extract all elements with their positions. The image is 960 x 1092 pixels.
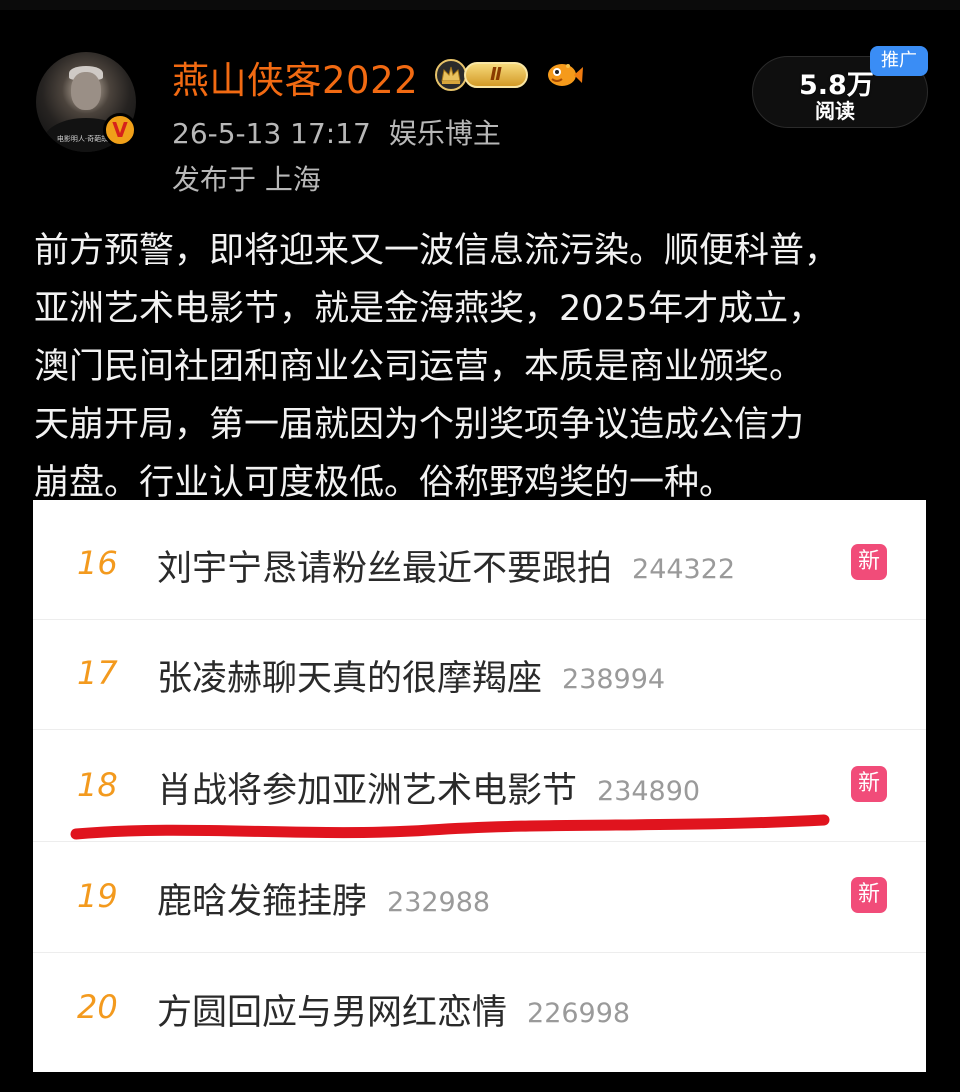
topic-title: 鹿晗发箍挂脖 232988	[157, 882, 491, 922]
new-badge: 新	[851, 544, 887, 580]
post-body: 前方预警，即将迎来又一波信息流污染。顺便科普， 亚洲艺术电影节，就是金海燕奖，2…	[34, 222, 934, 512]
hot-search-screenshot[interactable]: 16 刘宇宁恳请粉丝最近不要跟拍 244322 新 17 张凌赫聊天真的很摩羯座 2…	[33, 500, 926, 1072]
author-role: 娱乐博主	[388, 117, 501, 150]
post-line: 天崩开局，第一届就因为个别奖项争议造成公信力	[34, 405, 805, 445]
post-location: 发布于 上海	[172, 163, 321, 196]
rank-number: 16	[77, 544, 118, 582]
post-line: 亚洲艺术电影节，就是金海燕奖，2025年才成立，	[34, 289, 824, 329]
heat-value: 238994	[562, 664, 666, 695]
status-bar-strip	[0, 0, 960, 10]
hot-search-row: 19 鹿晗发箍挂脖 232988 新	[33, 843, 926, 953]
new-badge: 新	[851, 766, 887, 802]
author-name[interactable]: 燕山侠客2022	[172, 50, 418, 104]
heat-value: 244322	[632, 554, 736, 585]
verified-icon: V	[103, 113, 137, 147]
hot-search-row: 20 方圆回应与男网红恋情 226998	[33, 954, 926, 1064]
hot-search-row: 16 刘宇宁恳请粉丝最近不要跟拍 244322 新	[33, 510, 926, 620]
rank-number: 18	[77, 766, 118, 804]
level-label: Ⅱ	[464, 62, 528, 88]
rank-number: 20	[77, 988, 118, 1026]
crown-icon	[435, 59, 467, 91]
heat-value: 234890	[597, 776, 701, 807]
hot-search-row: 17 张凌赫聊天真的很摩羯座 238994	[33, 620, 926, 730]
rank-number: 17	[77, 654, 118, 692]
post-line: 前方预警，即将迎来又一波信息流污染。顺便科普，	[34, 231, 840, 271]
fish-icon	[548, 64, 583, 86]
post-line: 澳门民间社团和商业公司运营，本质是商业颁奖。	[34, 347, 805, 387]
post-meta: 26-5-13 17:17 娱乐博主	[172, 112, 501, 152]
topic-title: 刘宇宁恳请粉丝最近不要跟拍 244322	[157, 549, 736, 589]
heat-value: 226998	[527, 998, 631, 1029]
member-level-badge[interactable]: Ⅱ	[434, 56, 530, 94]
new-badge: 新	[851, 877, 887, 913]
post-date: 26-5-13 17:17	[172, 117, 371, 150]
topic-title: 方圆回应与男网红恋情 226998	[157, 993, 631, 1033]
heat-value: 232988	[387, 887, 491, 918]
reads-label: 阅读	[815, 99, 855, 123]
rank-number: 19	[77, 877, 118, 915]
red-underline-annotation	[70, 814, 830, 840]
promo-tag[interactable]: 推广	[870, 46, 928, 76]
topic-title: 肖战将参加亚洲艺术电影节 234890	[157, 771, 701, 811]
topic-title: 张凌赫聊天真的很摩羯座 238994	[157, 659, 666, 699]
